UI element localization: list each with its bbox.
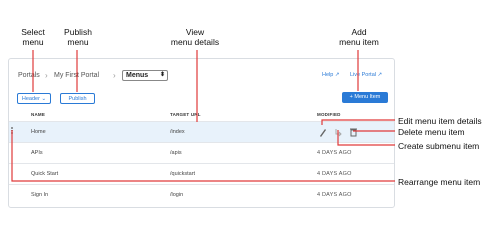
menu-type-select-value: Menus — [126, 72, 149, 79]
column-header-target-url: TARGET URL — [170, 112, 201, 117]
callout-create-submenu-item: Create submenu item — [398, 141, 480, 151]
callout-delete-menu-item: Delete menu item — [398, 127, 465, 137]
menu-type-select[interactable]: Menus ⬍ — [122, 70, 168, 81]
publish-button[interactable]: Publish — [60, 93, 95, 104]
table-row[interactable]: Home /index — [9, 121, 394, 142]
row-target-url: /login — [170, 192, 184, 198]
row-target-url: /apis — [170, 150, 182, 156]
header-menu-dropdown[interactable]: Header ⌄ — [17, 93, 51, 104]
add-menu-item-button[interactable]: + Menu Item — [342, 92, 388, 103]
table-row[interactable]: APIs /apis 4 DAYS AGO — [9, 142, 394, 163]
chevron-down-icon: ⬍ — [159, 72, 165, 78]
breadcrumb-separator: › — [113, 71, 116, 80]
table-row[interactable]: Sign In /login 4 DAYS AGO — [9, 184, 394, 205]
trash-icon[interactable] — [349, 126, 358, 138]
live-portal-link[interactable]: Live Portal ↗ — [350, 72, 382, 78]
external-link-icon: ↗ — [334, 72, 340, 78]
column-header-modified: MODIFIED — [317, 112, 341, 117]
callout-select-menu: Select menu — [21, 27, 45, 47]
help-link[interactable]: Help ↗ — [322, 72, 339, 78]
callout-view-menu-details: View menu details — [170, 27, 220, 47]
row-modified: 4 DAYS AGO — [317, 192, 352, 198]
row-target-url: /index — [170, 129, 185, 135]
column-header-name: NAME — [31, 112, 46, 117]
table-row[interactable]: Quick Start /quickstart 4 DAYS AGO — [9, 163, 394, 184]
row-target-url: /quickstart — [170, 171, 196, 177]
drag-handle-icon[interactable] — [11, 127, 15, 137]
row-name: Home — [31, 129, 46, 135]
breadcrumb-portal[interactable]: My First Portal — [54, 72, 99, 79]
pencil-icon[interactable] — [318, 126, 327, 138]
row-name: Sign In — [31, 192, 49, 198]
row-modified: 4 DAYS AGO — [317, 150, 352, 156]
row-name: APIs — [31, 150, 43, 156]
callout-rearrange-menu-item: Rearrange menu item — [398, 177, 481, 187]
row-name: Quick Start — [31, 171, 59, 177]
menu-editor-panel: Portals › My First Portal › Menus ⬍ Help… — [8, 58, 395, 208]
row-modified: 4 DAYS AGO — [317, 171, 352, 177]
external-link-icon: ↗ — [377, 72, 383, 78]
breadcrumb-portals[interactable]: Portals — [18, 72, 40, 79]
callout-edit-menu-item-details: Edit menu item details — [398, 116, 482, 126]
callout-publish-menu: Publish menu — [64, 27, 92, 47]
submenu-icon[interactable] — [334, 126, 343, 138]
callout-add-menu-item: Add menu item — [339, 27, 379, 47]
breadcrumb-separator: › — [45, 71, 48, 80]
caret-down-icon: ⌄ — [41, 96, 47, 102]
